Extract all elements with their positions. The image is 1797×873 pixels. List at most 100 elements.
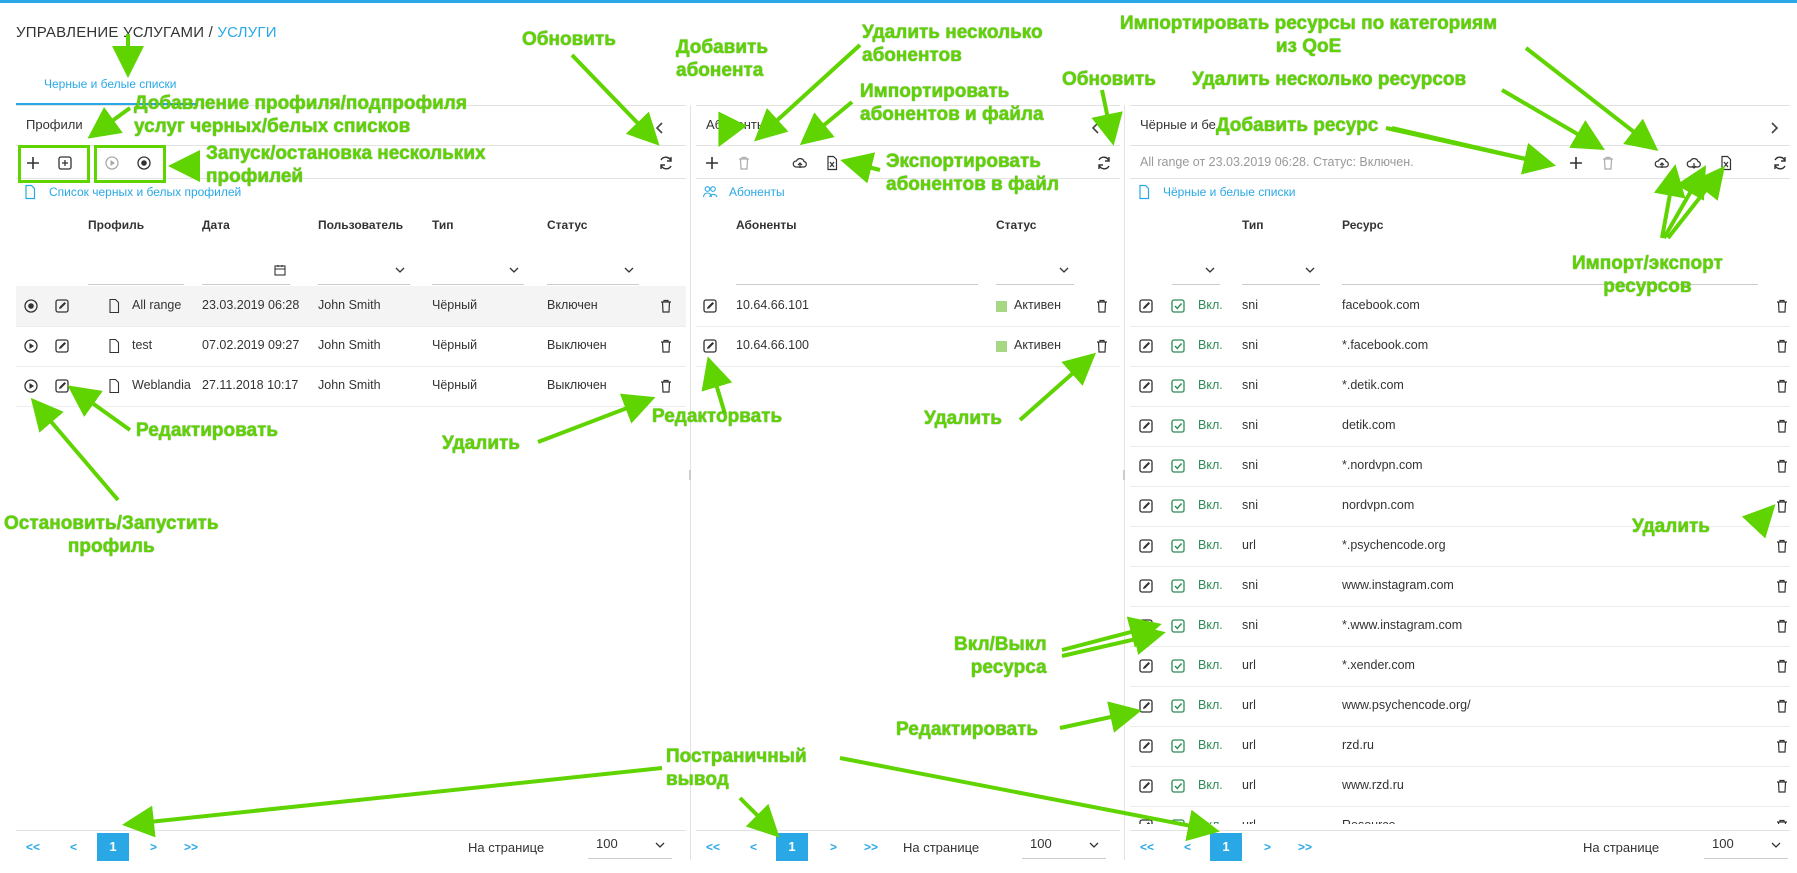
pager-next[interactable]: > (1264, 840, 1271, 854)
subscriber-filter-input[interactable] (736, 260, 978, 285)
profile-name[interactable]: All range (132, 298, 181, 312)
delete-many-icon[interactable] (1600, 155, 1616, 171)
enable-checkbox-icon[interactable] (1170, 458, 1186, 474)
type-filter-select[interactable] (1242, 260, 1320, 285)
edit-icon[interactable] (1138, 458, 1154, 474)
edit-icon[interactable] (1138, 658, 1154, 674)
collapse-chevron-icon[interactable] (652, 120, 668, 136)
import-file-icon[interactable] (1686, 155, 1702, 171)
subscriber-status-filter-select[interactable] (996, 260, 1074, 285)
delete-icon[interactable] (1774, 818, 1790, 824)
delete-icon[interactable] (1774, 618, 1790, 634)
export-excel-icon[interactable] (1718, 155, 1734, 171)
profile-name[interactable]: Weblandia (132, 378, 191, 392)
export-excel-icon[interactable] (824, 155, 840, 171)
enable-checkbox-icon[interactable] (1170, 298, 1186, 314)
column-header-type[interactable]: Тип (432, 218, 454, 232)
edit-icon[interactable] (702, 338, 718, 354)
edit-icon[interactable] (702, 298, 718, 314)
refresh-icon[interactable] (1096, 155, 1112, 171)
edit-icon[interactable] (54, 298, 70, 314)
user-filter-select[interactable] (318, 260, 410, 285)
enable-checkbox-icon[interactable] (1170, 698, 1186, 714)
edit-icon[interactable] (1138, 818, 1154, 824)
delete-icon[interactable] (658, 338, 674, 354)
pager-first[interactable]: << (1140, 840, 1154, 854)
column-header-type[interactable]: Тип (1242, 218, 1264, 232)
per-page-select[interactable]: 100 (1022, 832, 1106, 859)
pager-first[interactable]: << (26, 840, 40, 854)
column-header-resource[interactable]: Ресурс (1342, 218, 1383, 232)
edit-icon[interactable] (1138, 338, 1154, 354)
delete-icon[interactable] (1774, 738, 1790, 754)
delete-icon[interactable] (658, 378, 674, 394)
enable-checkbox-icon[interactable] (1170, 338, 1186, 354)
enable-checkbox-icon[interactable] (1170, 378, 1186, 394)
add-subscriber-icon[interactable] (704, 155, 720, 171)
edit-icon[interactable] (1138, 378, 1154, 394)
enable-checkbox-icon[interactable] (1170, 818, 1186, 824)
column-header-status[interactable]: Статус (547, 218, 587, 232)
enable-checkbox-icon[interactable] (1170, 538, 1186, 554)
delete-icon[interactable] (1774, 538, 1790, 554)
subscribers-list-link[interactable]: Абоненты (729, 185, 785, 199)
delete-many-icon[interactable] (736, 155, 752, 171)
delete-icon[interactable] (1774, 658, 1790, 674)
per-page-select[interactable]: 100 (588, 832, 672, 859)
pager-next[interactable]: > (830, 840, 837, 854)
delete-icon[interactable] (1774, 418, 1790, 434)
edit-icon[interactable] (1138, 298, 1154, 314)
pager-current-page[interactable]: 1 (97, 833, 129, 861)
add-resource-icon[interactable] (1568, 155, 1584, 171)
cloud-upload-icon[interactable] (1654, 155, 1670, 171)
date-filter-input[interactable] (202, 260, 290, 285)
breadcrumb-root[interactable]: УПРАВЛЕНИЕ УСЛУГАМИ (16, 24, 204, 41)
edit-icon[interactable] (1138, 538, 1154, 554)
delete-icon[interactable] (1094, 298, 1110, 314)
pager-first[interactable]: << (706, 840, 720, 854)
edit-icon[interactable] (1138, 738, 1154, 754)
delete-icon[interactable] (1774, 458, 1790, 474)
pager-prev[interactable]: < (1184, 840, 1191, 854)
calendar-icon[interactable] (274, 264, 286, 276)
column-header-status[interactable]: Статус (996, 218, 1036, 232)
enable-checkbox-icon[interactable] (1170, 658, 1186, 674)
column-header-subscribers[interactable]: Абоненты (736, 218, 797, 232)
resources-table-body[interactable]: Вкл. sni facebook.com Вкл. sni *.facebook.com… (1130, 286, 1790, 824)
pager-current-page[interactable]: 1 (776, 833, 808, 861)
type-filter-select[interactable] (432, 260, 524, 285)
pager-last[interactable]: >> (1298, 840, 1312, 854)
pager-last[interactable]: >> (864, 840, 878, 854)
column-header-profile[interactable]: Профиль (88, 218, 144, 232)
edit-icon[interactable] (1138, 578, 1154, 594)
resize-handle-1[interactable] (689, 470, 691, 480)
delete-icon[interactable] (1774, 578, 1790, 594)
tab-black-white-lists[interactable]: Черные и белые списки (44, 77, 176, 91)
refresh-icon[interactable] (658, 155, 674, 171)
enable-checkbox-icon[interactable] (1170, 498, 1186, 514)
pager-prev[interactable]: < (750, 840, 757, 854)
delete-icon[interactable] (1774, 778, 1790, 794)
refresh-icon[interactable] (1772, 155, 1788, 171)
enable-checkbox-icon[interactable] (1170, 778, 1186, 794)
edit-icon[interactable] (1138, 498, 1154, 514)
expand-chevron-icon[interactable] (1766, 120, 1782, 136)
delete-icon[interactable] (1774, 498, 1790, 514)
pager-current-page[interactable]: 1 (1210, 833, 1242, 861)
enable-checkbox-icon[interactable] (1170, 618, 1186, 634)
delete-icon[interactable] (1774, 698, 1790, 714)
delete-icon[interactable] (1094, 338, 1110, 354)
pager-prev[interactable]: < (70, 840, 77, 854)
column-header-user[interactable]: Пользователь (318, 218, 403, 232)
enable-checkbox-icon[interactable] (1170, 418, 1186, 434)
import-file-icon[interactable] (792, 155, 808, 171)
per-page-select[interactable]: 100 (1704, 832, 1788, 859)
enable-checkbox-icon[interactable] (1170, 578, 1186, 594)
collapse-chevron-icon[interactable] (1088, 120, 1104, 136)
start-profile-icon[interactable] (23, 378, 39, 394)
pager-next[interactable]: > (150, 840, 157, 854)
resources-list-link[interactable]: Чёрные и белые списки (1163, 185, 1295, 199)
edit-icon[interactable] (54, 378, 70, 394)
state-filter-select[interactable] (1172, 260, 1220, 285)
edit-icon[interactable] (1138, 778, 1154, 794)
